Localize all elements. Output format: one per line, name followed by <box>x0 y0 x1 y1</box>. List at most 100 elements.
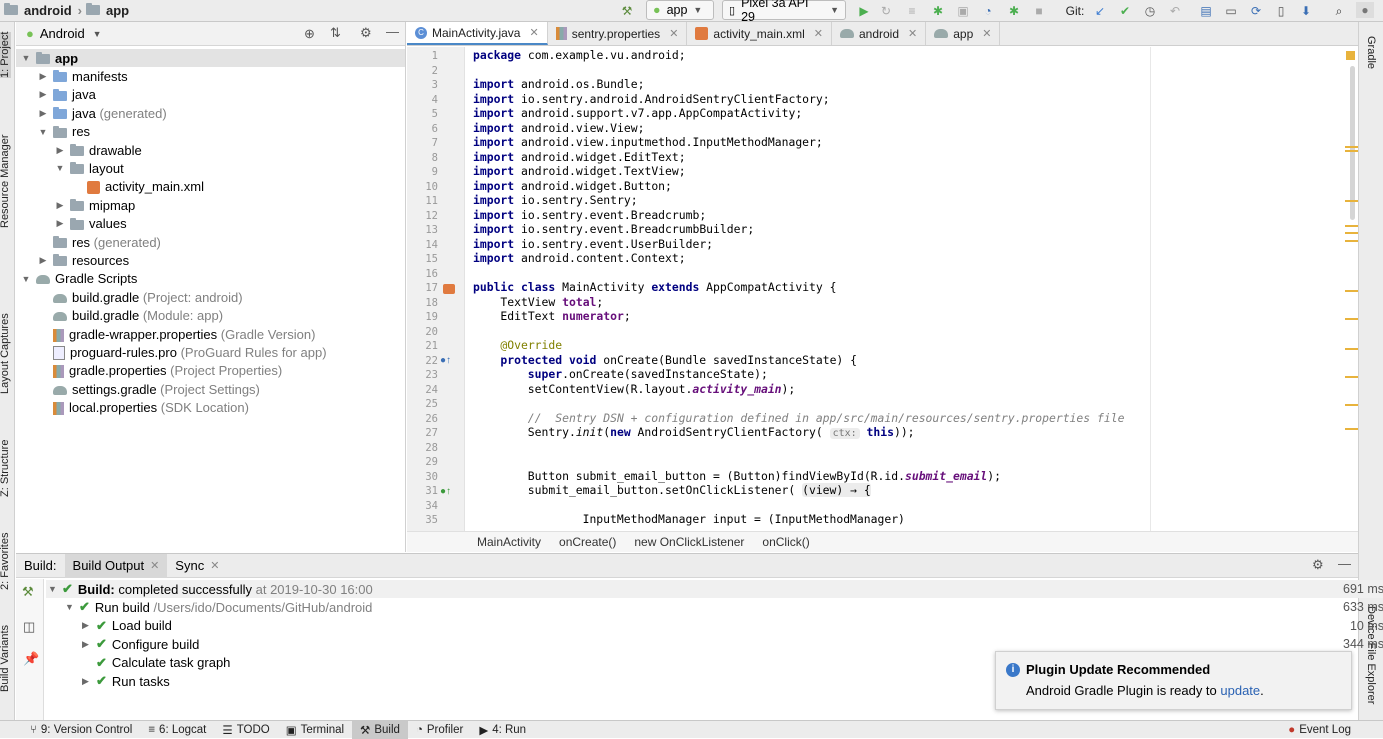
close-icon[interactable]: ✕ <box>150 559 159 572</box>
tool-version-control[interactable]: ⑂ 9: Version Control <box>22 721 140 739</box>
chevron-right-icon[interactable]: ▶ <box>82 676 96 687</box>
build-tree-row[interactable]: ▼ ✔ Run build /Users/ido/Documents/GitHub/… <box>46 598 1383 616</box>
nav-module[interactable]: app <box>106 3 129 18</box>
chevron-right-icon[interactable]: ▶ <box>37 71 49 82</box>
warning-marker[interactable] <box>1345 240 1358 242</box>
apply-changes-icon[interactable]: ↻ <box>878 2 894 20</box>
tree-item[interactable]: settings.gradle (Project Settings) <box>37 380 260 398</box>
warning-marker[interactable] <box>1345 200 1358 202</box>
project-structure-icon[interactable]: ▤ <box>1198 2 1214 20</box>
stop-icon[interactable]: ■ <box>1031 2 1047 20</box>
close-icon[interactable]: ✕ <box>669 27 678 40</box>
chevron-right-icon[interactable]: ▶ <box>54 145 66 156</box>
hide-icon[interactable]: — <box>1338 556 1351 571</box>
sync-gradle-icon[interactable]: ⟳ <box>1248 2 1264 20</box>
chevron-right-icon[interactable]: ▶ <box>54 218 66 229</box>
close-icon[interactable]: ✕ <box>908 27 917 40</box>
code-editor[interactable]: 1 2 3 4 5 6 7 8 9 10 11 12 13 14 15 16 17 18 19 20 21 22 23 24 2… <box>407 47 1358 531</box>
warning-marker[interactable] <box>1345 225 1358 227</box>
close-icon[interactable]: ✕ <box>982 27 991 40</box>
chevron-right-icon[interactable]: ▶ <box>37 255 49 266</box>
tab-build-output[interactable]: Build Output ✕ <box>64 553 168 578</box>
close-icon[interactable]: ✕ <box>529 26 538 39</box>
gear-icon[interactable]: ⚙ <box>1312 557 1324 573</box>
tree-item[interactable]: ▼ layout <box>54 159 124 177</box>
tool-run[interactable]: ▶ 4: Run <box>471 721 534 739</box>
git-commit-icon[interactable]: ✔ <box>1117 2 1133 20</box>
pin-icon[interactable]: 📌 <box>23 651 39 667</box>
device-select[interactable]: ▯ Pixel 3a API 29 ▼ <box>722 0 846 24</box>
tree-item[interactable]: build.gradle (Module: app) <box>37 307 223 325</box>
toggle-view-icon[interactable]: ◫ <box>23 619 35 635</box>
tab-sync[interactable]: Sync ✕ <box>167 554 227 578</box>
git-history-icon[interactable]: ◷ <box>1142 2 1158 20</box>
chevron-right-icon[interactable]: ▶ <box>82 639 96 650</box>
tab-activity-main-xml[interactable]: activity_main.xml ✕ <box>687 22 832 45</box>
chevron-down-icon[interactable]: ▼ <box>54 163 66 173</box>
tool-favorites[interactable]: 2: Favorites <box>0 533 11 590</box>
run-icon[interactable]: ▶ <box>856 2 872 20</box>
tab-mainactivity[interactable]: C MainActivity.java ✕ <box>407 22 548 45</box>
avd-manager-icon[interactable]: ▯ <box>1273 2 1289 20</box>
chevron-down-icon[interactable]: ▼ <box>20 274 32 284</box>
sdk-manager-icon[interactable]: ▭ <box>1223 2 1239 20</box>
chevron-right-icon[interactable]: ▶ <box>37 89 49 100</box>
tool-profiler[interactable]: ◔ Profiler <box>408 721 471 739</box>
chevron-down-icon[interactable]: ▼ <box>20 53 32 63</box>
make-project-icon[interactable]: ⚒ <box>618 2 636 20</box>
tree-item[interactable]: gradle.properties (Project Properties) <box>37 362 282 380</box>
tree-item[interactable]: ▼ Gradle Scripts <box>20 270 138 288</box>
tree-item[interactable]: ▶ java <box>37 86 96 104</box>
tool-layout-captures[interactable]: Layout Captures <box>0 313 11 394</box>
tree-item[interactable]: proguard-rules.pro (ProGuard Rules for a… <box>37 343 327 361</box>
profile-icon[interactable]: ◔ <box>980 2 996 20</box>
attach-debugger-icon[interactable]: ✱ <box>1006 2 1022 20</box>
folded-lambda[interactable]: (view) → { <box>802 483 871 497</box>
tree-item[interactable]: ▶ java (generated) <box>37 104 167 122</box>
tool-project[interactable]: 1: Project <box>0 31 11 78</box>
breadcrumb-method[interactable]: onCreate() <box>559 535 616 549</box>
tree-item[interactable]: ▼ res <box>37 123 91 141</box>
warning-marker[interactable] <box>1345 318 1358 320</box>
coverage-icon[interactable]: ▣ <box>955 2 971 20</box>
editor-scrollbar[interactable] <box>1350 66 1355 220</box>
chevron-down-icon[interactable]: ▼ <box>65 602 79 612</box>
chevron-down-icon[interactable]: ▼ <box>37 127 49 137</box>
warning-marker[interactable] <box>1345 232 1358 234</box>
layout-gutter-icon[interactable] <box>443 284 455 294</box>
tree-item[interactable]: ▶ values <box>54 215 127 233</box>
warning-marker[interactable] <box>1345 146 1358 148</box>
tree-item[interactable]: ▶ drawable <box>54 141 142 159</box>
notification-balloon[interactable]: i Plugin Update Recommended Android Grad… <box>995 651 1352 710</box>
tool-terminal[interactable]: ▣ Terminal <box>278 721 352 739</box>
close-icon[interactable]: ✕ <box>814 27 823 40</box>
sdk-download-icon[interactable]: ⬇ <box>1298 2 1314 20</box>
warning-marker[interactable] <box>1345 404 1358 406</box>
scroll-from-source-icon[interactable]: ⊕ <box>304 26 315 42</box>
apply-code-changes-icon[interactable]: ≡ <box>904 2 920 20</box>
collapse-all-icon[interactable]: ⇅ <box>330 25 341 41</box>
update-link[interactable]: update <box>1220 683 1260 698</box>
breadcrumb-onclick[interactable]: onClick() <box>762 535 809 549</box>
tree-item[interactable]: build.gradle (Project: android) <box>37 288 243 306</box>
tree-item[interactable]: ▶ manifests <box>37 67 128 85</box>
nav-project[interactable]: android <box>24 3 72 18</box>
warning-marker[interactable] <box>1345 428 1358 430</box>
tool-logcat[interactable]: ≡ 6: Logcat <box>140 721 214 739</box>
tree-item[interactable]: ▶ resources <box>37 251 130 269</box>
breadcrumb-class[interactable]: MainActivity <box>477 535 541 549</box>
project-view-select[interactable]: Android <box>40 26 85 41</box>
tree-item[interactable]: activity_main.xml <box>71 178 204 196</box>
warning-marker[interactable] <box>1345 150 1358 152</box>
tree-item[interactable]: res (generated) <box>37 233 161 251</box>
warning-marker[interactable] <box>1345 376 1358 378</box>
tree-item[interactable]: ▶ mipmap <box>54 196 136 214</box>
tree-item[interactable]: ▼ app <box>16 49 405 67</box>
tool-todo[interactable]: ☰ TODO <box>214 721 277 739</box>
chevron-down-icon[interactable]: ▼ <box>48 584 62 594</box>
hide-icon[interactable]: — <box>386 24 399 39</box>
tool-structure[interactable]: Z: Structure <box>0 440 11 497</box>
avatar-icon[interactable]: ● <box>1356 2 1374 18</box>
tree-item[interactable]: gradle-wrapper.properties (Gradle Versio… <box>37 325 315 343</box>
tool-gradle[interactable]: Gradle <box>1365 36 1377 69</box>
